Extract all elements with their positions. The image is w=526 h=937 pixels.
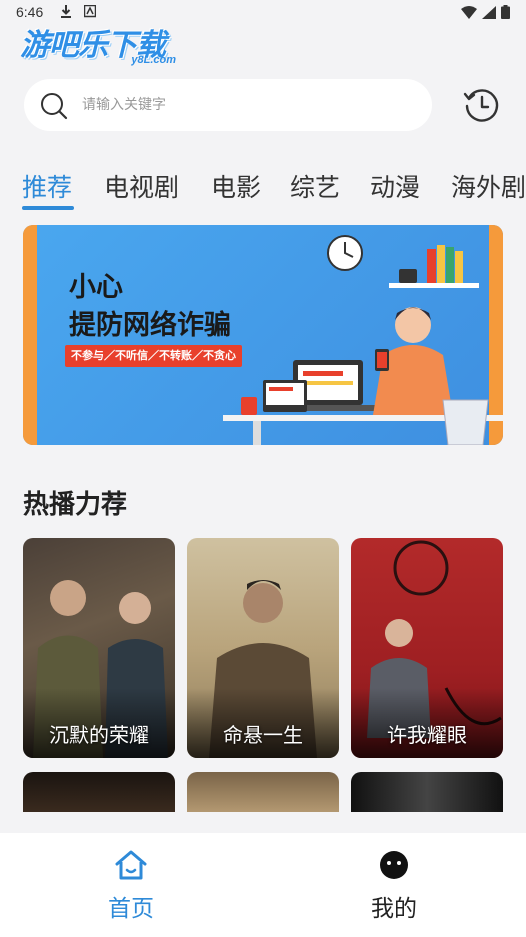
banner-headline-1: 小心 bbox=[69, 272, 123, 303]
video-card[interactable]: 命悬一生 bbox=[187, 538, 339, 758]
nav-home[interactable]: 首页 bbox=[81, 849, 181, 923]
category-tabs: 推荐 电视剧 电影 综艺 动漫 海外剧 bbox=[0, 160, 526, 216]
signal-icon bbox=[482, 5, 496, 19]
tab-movies[interactable]: 电影 bbox=[211, 168, 261, 204]
search-box[interactable] bbox=[24, 79, 432, 131]
nav-profile-label: 我的 bbox=[371, 896, 417, 922]
video-card-partial[interactable] bbox=[23, 772, 175, 812]
notification-status-icon bbox=[84, 5, 96, 18]
video-card-partial[interactable] bbox=[351, 772, 503, 812]
battery-icon bbox=[501, 5, 510, 19]
download-status-icon bbox=[61, 5, 71, 18]
nav-home-label: 首页 bbox=[108, 896, 154, 922]
section-title: 热播力荐 bbox=[23, 490, 128, 520]
video-card[interactable]: 沉默的荣耀 bbox=[23, 538, 175, 758]
tab-recommend[interactable]: 推荐 bbox=[22, 168, 72, 204]
app-logo: 游吧乐下载 y8L.com bbox=[20, 20, 190, 68]
promo-banner[interactable]: 小心 提防网络诈骗 不参与／不听信／不转账／不贪心 bbox=[23, 225, 503, 445]
bottom-nav: 首页 我的 bbox=[0, 833, 526, 937]
card-title: 命悬一生 bbox=[223, 723, 303, 747]
search-icon bbox=[41, 93, 68, 120]
nav-profile[interactable]: 我的 bbox=[344, 849, 444, 923]
search-input[interactable] bbox=[82, 93, 412, 117]
profile-face-icon bbox=[380, 851, 408, 879]
banner-tagline: 不参与／不听信／不转账／不贪心 bbox=[65, 345, 242, 367]
status-right bbox=[461, 5, 510, 19]
tab-indicator bbox=[22, 206, 74, 210]
tab-tv-series[interactable]: 电视剧 bbox=[104, 168, 179, 204]
video-card[interactable]: 许我耀眼 bbox=[351, 538, 503, 758]
banner-headline-2: 提防网络诈骗 bbox=[69, 310, 231, 341]
video-card-partial[interactable] bbox=[187, 772, 339, 812]
tab-variety[interactable]: 综艺 bbox=[290, 168, 340, 204]
card-title: 沉默的荣耀 bbox=[49, 723, 149, 747]
home-icon bbox=[115, 850, 147, 880]
card-title: 许我耀眼 bbox=[387, 723, 467, 747]
logo-subtitle: y8L.com bbox=[131, 54, 176, 66]
status-time: 6:46 bbox=[16, 4, 44, 20]
wifi-icon bbox=[461, 5, 477, 19]
tab-anime[interactable]: 动漫 bbox=[370, 168, 420, 204]
history-icon[interactable] bbox=[462, 86, 502, 126]
tab-overseas[interactable]: 海外剧 bbox=[451, 168, 526, 204]
